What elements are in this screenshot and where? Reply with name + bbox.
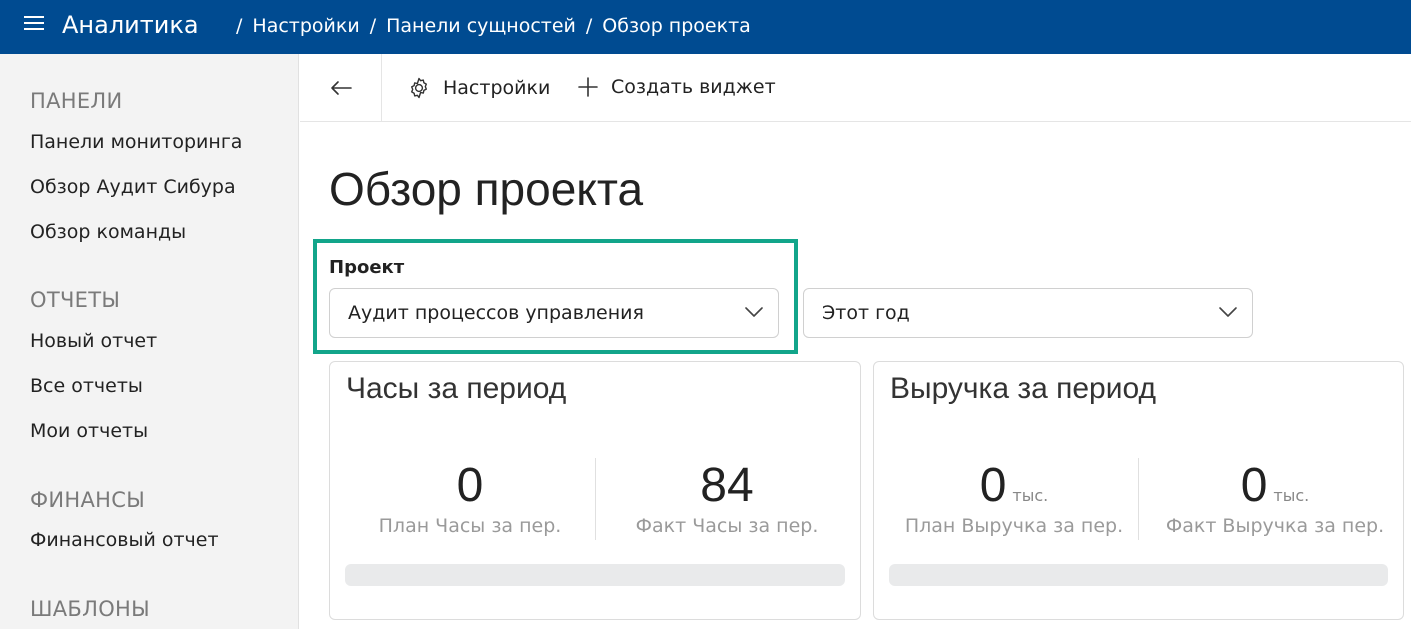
sidebar-section-panels: ПАНЕЛИ [30,89,123,113]
toolbar: Настройки Создать виджет [300,54,1411,122]
chevron-down-icon [1219,307,1237,317]
create-widget-button[interactable]: Создать виджет [577,76,776,98]
revenue-plan-metric: 0 тыс. План Выручка за пер. [889,458,1139,537]
page-title: Обзор проекта [329,163,644,215]
breadcrumb-separator: / [585,15,593,37]
settings-button[interactable]: Настройки [407,76,550,100]
sidebar-item-finance-report[interactable]: Финансовый отчет [30,529,219,551]
arrow-left-icon [330,81,352,95]
sidebar-section-reports: ОТЧЕТЫ [30,288,121,312]
breadcrumb-project-overview[interactable]: Обзор проекта [602,15,750,37]
breadcrumb-settings[interactable]: Настройки [252,15,359,37]
hours-progress-bar [345,564,845,586]
revenue-fact-unit: тыс. [1273,486,1310,505]
breadcrumb-entity-panels[interactable]: Панели сущностей [386,15,576,37]
hours-card: Часы за период 0 План Часы за пер. 84 Фа… [329,361,861,620]
chevron-down-icon [745,307,763,317]
revenue-plan-value: 0 [979,459,1007,512]
sidebar: ПАНЕЛИ Панели мониторинга Обзор Аудит Си… [0,54,299,629]
hours-plan-value: 0 [456,459,484,512]
sidebar-section-templates: ШАБЛОНЫ [30,597,150,621]
create-widget-label: Создать виджет [611,76,776,98]
revenue-plan-caption: План Выручка за пер. [904,515,1124,537]
revenue-plan-unit: тыс. [1012,486,1049,505]
project-label: Проект [329,257,405,278]
revenue-fact-value: 0 [1240,459,1268,512]
app-title[interactable]: Аналитика [62,11,199,39]
back-button[interactable] [300,54,382,122]
sidebar-item-new-report[interactable]: Новый отчет [30,330,157,352]
hours-plan-metric: 0 План Часы за пер. [345,458,595,537]
metric-divider [595,458,596,540]
revenue-card: Выручка за период 0 тыс. План Выручка за … [873,361,1404,620]
breadcrumb: / Настройки / Панели сущностей / Обзор п… [226,15,751,37]
menu-icon[interactable] [24,16,44,32]
revenue-fact-caption: Факт Выручка за пер. [1165,515,1385,537]
hours-fact-metric: 84 Факт Часы за пер. [602,458,852,537]
period-dropdown-value: Этот год [822,302,910,324]
revenue-card-title: Выручка за период [890,372,1157,405]
top-bar: Аналитика / Настройки / Панели сущностей… [0,0,1411,54]
sidebar-item-all-reports[interactable]: Все отчеты [30,375,143,397]
metric-divider [1138,458,1139,540]
project-dropdown[interactable]: Аудит процессов управления [329,288,779,338]
sidebar-section-finance: ФИНАНСЫ [30,488,146,512]
plus-icon [578,77,598,97]
project-dropdown-value: Аудит процессов управления [348,302,644,324]
sidebar-item-dashboards[interactable]: Панели мониторинга [30,131,242,153]
revenue-fact-metric: 0 тыс. Факт Выручка за пер. [1146,458,1404,537]
hours-plan-caption: План Часы за пер. [378,515,562,537]
hours-fact-value: 84 [700,459,754,512]
settings-label: Настройки [443,77,551,99]
breadcrumb-separator: / [236,15,243,37]
gear-icon [411,77,427,99]
sidebar-item-my-reports[interactable]: Мои отчеты [30,420,148,442]
sidebar-item-team-overview[interactable]: Обзор команды [30,221,186,243]
hours-card-title: Часы за период [346,372,567,405]
hours-fact-caption: Факт Часы за пер. [635,515,819,537]
revenue-progress-bar [889,564,1388,586]
sidebar-item-audit-overview[interactable]: Обзор Аудит Сибура [30,176,236,198]
period-dropdown[interactable]: Этот год [803,288,1253,338]
breadcrumb-separator: / [369,15,377,37]
